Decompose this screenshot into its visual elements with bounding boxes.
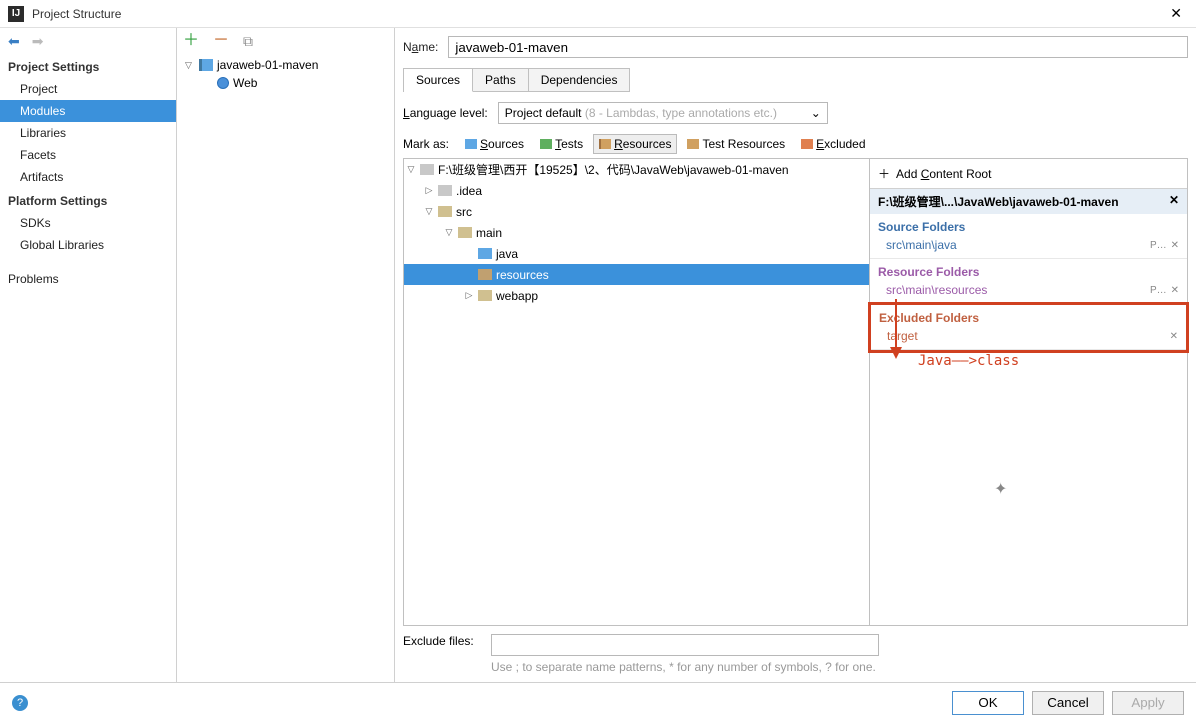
mark-tests[interactable]: Tests <box>534 134 589 154</box>
module-tabs: Sources Paths Dependencies <box>403 68 630 92</box>
content-roots-panel: ＋ Add Content Root F:\班级管理\...\JavaWeb\j… <box>870 158 1188 626</box>
remove-icon[interactable]: ✕ <box>1171 285 1179 296</box>
remove-icon[interactable]: ✕ <box>1171 240 1179 251</box>
excluded-folder-item[interactable]: target ✕ <box>871 327 1186 350</box>
tree-node-webapp[interactable]: ▷ webapp <box>404 285 869 306</box>
help-icon[interactable]: ? <box>12 695 28 711</box>
source-tree[interactable]: ▽ F:\班级管理\西开【19525】\2、代码\JavaWeb\javaweb… <box>403 158 870 626</box>
excluded-folders-header: Excluded Folders <box>871 305 1186 327</box>
cursor-icon: ✦ <box>994 479 1007 499</box>
titlebar: IJ Project Structure ✕ <box>0 0 1196 28</box>
settings-sidebar: ⬅ ➡ Project Settings Project Modules Lib… <box>0 28 177 682</box>
sidebar-item-libraries[interactable]: Libraries <box>0 122 176 144</box>
mark-test-resources[interactable]: Test Resources <box>681 134 791 154</box>
facet-label: Web <box>233 76 257 90</box>
remove-icon[interactable]: ✕ <box>1170 331 1178 342</box>
content-root-path[interactable]: F:\班级管理\...\JavaWeb\javaweb-01-maven ✕ <box>870 189 1187 214</box>
mark-sources[interactable]: Sources <box>459 134 530 154</box>
tree-node-java[interactable]: java <box>404 243 869 264</box>
facet-node[interactable]: Web <box>181 74 390 92</box>
resource-folders-header: Resource Folders <box>870 259 1187 281</box>
exclude-hint: Use ; to separate name patterns, * for a… <box>491 656 879 674</box>
sidebar-item-facets[interactable]: Facets <box>0 144 176 166</box>
exclude-files-input[interactable] <box>491 634 879 656</box>
chevron-down-icon: ▽ <box>185 60 195 71</box>
folder-icon <box>438 185 452 196</box>
web-facet-icon <box>217 77 229 89</box>
exclude-files-row: Exclude files: Use ; to separate name pa… <box>403 626 1188 682</box>
apply-button[interactable]: Apply <box>1112 691 1184 715</box>
sidebar-item-problems[interactable]: Problems <box>0 268 176 290</box>
forward-icon[interactable]: ➡ <box>32 33 44 50</box>
tree-node-main[interactable]: ▽ main <box>404 222 869 243</box>
annotation-arrow-icon <box>886 299 906 362</box>
add-content-root[interactable]: ＋ Add Content Root <box>870 159 1187 189</box>
folder-icon <box>420 164 434 175</box>
lang-level-label: Language level: <box>403 106 488 120</box>
tab-paths[interactable]: Paths <box>473 69 529 91</box>
source-folder-item[interactable]: src\main\java P…✕ <box>870 236 1187 259</box>
chevron-down-icon: ▽ <box>424 206 434 217</box>
annotation-text: Java——>class <box>918 353 1019 369</box>
module-toolbar: ＋ － ⧉ <box>177 28 394 54</box>
chevron-right-icon: ▷ <box>424 185 434 196</box>
excluded-annotation-box: Excluded Folders target ✕ <box>868 302 1189 353</box>
exclude-files-label: Exclude files: <box>403 634 481 648</box>
dialog-buttons: ? OK Cancel Apply <box>0 682 1196 722</box>
module-label: javaweb-01-maven <box>217 58 318 72</box>
chevron-down-icon: ⌄ <box>811 106 821 120</box>
sidebar-item-project[interactable]: Project <box>0 78 176 100</box>
nav-arrows: ⬅ ➡ <box>0 28 176 54</box>
tree-node-resources[interactable]: resources <box>404 264 869 285</box>
sidebar-item-modules[interactable]: Modules <box>0 100 176 122</box>
properties-icon[interactable]: P… <box>1150 285 1167 296</box>
plus-icon: ＋ <box>878 165 890 182</box>
folder-icon <box>458 227 472 238</box>
remove-root-icon[interactable]: ✕ <box>1169 193 1179 210</box>
project-settings-header: Project Settings <box>0 54 176 78</box>
tab-sources[interactable]: Sources <box>404 69 473 92</box>
ok-button[interactable]: OK <box>952 691 1024 715</box>
app-logo-icon: IJ <box>8 6 24 22</box>
resource-folder-icon <box>478 269 492 280</box>
module-list-panel: ＋ － ⧉ ▽ javaweb-01-maven Web <box>177 28 395 682</box>
source-folder-icon <box>478 248 492 259</box>
sidebar-item-global-libraries[interactable]: Global Libraries <box>0 234 176 256</box>
tab-dependencies[interactable]: Dependencies <box>529 69 630 91</box>
cancel-button[interactable]: Cancel <box>1032 691 1104 715</box>
name-label: Name: <box>403 40 438 54</box>
tree-node-idea[interactable]: ▷ .idea <box>404 180 869 201</box>
mark-as-row: Mark as: Sources Tests Resources Test Re… <box>403 134 1188 154</box>
module-form: Name: Sources Paths Dependencies Languag… <box>395 28 1196 682</box>
tree-node-src[interactable]: ▽ src <box>404 201 869 222</box>
mark-resources[interactable]: Resources <box>593 134 677 154</box>
sidebar-item-artifacts[interactable]: Artifacts <box>0 166 176 188</box>
chevron-right-icon: ▷ <box>464 290 474 301</box>
source-folders-header: Source Folders <box>870 214 1187 236</box>
mark-excluded[interactable]: Excluded <box>795 134 871 154</box>
add-module-icon[interactable]: ＋ <box>183 33 199 49</box>
folder-icon <box>478 290 492 301</box>
folder-icon <box>438 206 452 217</box>
sidebar-item-sdks[interactable]: SDKs <box>0 212 176 234</box>
module-icon <box>199 59 213 71</box>
mark-as-label: Mark as: <box>403 137 449 151</box>
lang-level-select[interactable]: Project default (8 - Lambdas, type annot… <box>498 102 828 124</box>
resource-folder-item[interactable]: src\main\resources P…✕ <box>870 281 1187 304</box>
remove-module-icon[interactable]: － <box>213 33 229 49</box>
chevron-down-icon: ▽ <box>444 227 454 238</box>
module-name-input[interactable] <box>448 36 1188 58</box>
module-node[interactable]: ▽ javaweb-01-maven <box>181 56 390 74</box>
window-title: Project Structure <box>32 7 1164 21</box>
chevron-down-icon: ▽ <box>406 164 416 175</box>
properties-icon[interactable]: P… <box>1150 240 1167 251</box>
platform-settings-header: Platform Settings <box>0 188 176 212</box>
close-icon[interactable]: ✕ <box>1164 3 1188 24</box>
tree-root[interactable]: ▽ F:\班级管理\西开【19525】\2、代码\JavaWeb\javaweb… <box>404 159 869 180</box>
back-icon[interactable]: ⬅ <box>8 33 20 50</box>
copy-module-icon[interactable]: ⧉ <box>243 34 253 48</box>
